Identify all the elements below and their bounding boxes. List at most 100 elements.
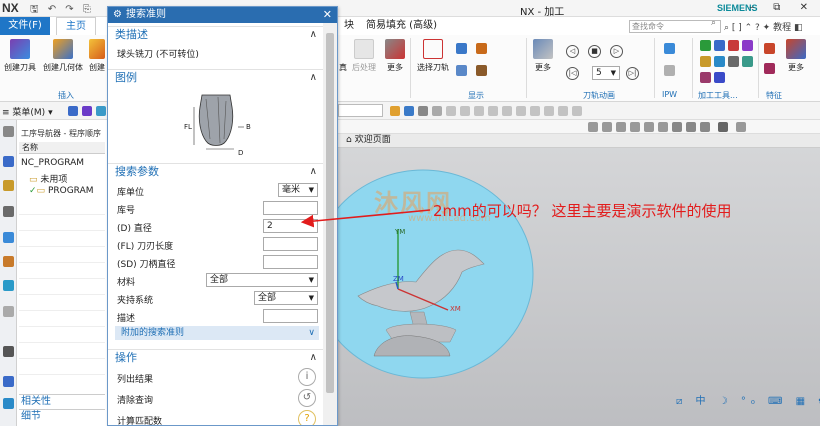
process-studio-icon[interactable] (3, 398, 14, 409)
dialog-scrollbar[interactable] (323, 23, 337, 425)
view-icon-6[interactable] (658, 122, 668, 132)
ipw-icon-2[interactable] (664, 65, 675, 76)
library-icon[interactable] (3, 256, 14, 267)
toolbar-icon-7[interactable] (432, 106, 442, 116)
diameter-input[interactable]: 2 (263, 219, 318, 233)
view-icon-11[interactable] (736, 122, 746, 132)
dialog-header[interactable]: ⚙ 搜索准则 ✕ (108, 7, 337, 23)
anim-speed-select[interactable]: 5 ▼ (592, 66, 620, 80)
settings-icon[interactable] (3, 126, 14, 137)
view-icon-5[interactable] (644, 122, 654, 132)
step-back-icon[interactable]: |◁ (566, 67, 579, 80)
clear-query-button[interactable]: ↺ (298, 389, 316, 407)
menu-button[interactable]: ≡ 菜单(M) ▾ (2, 105, 53, 118)
toolbar-icon-14[interactable] (530, 106, 540, 116)
machining-tool-icon-9[interactable] (714, 72, 725, 83)
gear-icon[interactable]: ⚙ (113, 9, 122, 20)
display-icon-3[interactable] (456, 65, 467, 76)
history-icon[interactable] (3, 280, 14, 291)
part-navigator-icon[interactable] (3, 180, 14, 191)
display-icon-1[interactable] (456, 43, 467, 54)
toolbar-icon-13[interactable] (516, 106, 526, 116)
view-icon-8[interactable] (686, 122, 696, 132)
section-search-params[interactable]: 搜索参数 ∧ (108, 163, 323, 179)
view-icon-4[interactable] (630, 122, 640, 132)
ipw-icon-1[interactable] (664, 43, 675, 54)
window-controls[interactable]: – ⧉ ✕ (749, 2, 816, 13)
dialog-scrollbar-thumb[interactable] (326, 33, 334, 393)
view-icon-2[interactable] (602, 122, 612, 132)
play-icon[interactable]: ▷ (610, 45, 623, 58)
machining-tool-icon-6[interactable] (728, 56, 739, 67)
toolbar-icon-6[interactable] (418, 106, 428, 116)
navigator-program-row[interactable]: ✓▭ PROGRAM (29, 186, 94, 196)
check-icon[interactable] (700, 40, 711, 51)
tab-partial[interactable]: 块 (338, 17, 360, 35)
machining-tool-icon-1[interactable] (714, 40, 725, 51)
toolbar-icon-17[interactable] (572, 106, 582, 116)
machining-tool-icon-2[interactable] (728, 40, 739, 51)
machining-tool-icon-3[interactable] (742, 40, 753, 51)
view-icon-10[interactable] (718, 122, 728, 132)
view-icon-7[interactable] (672, 122, 682, 132)
toolbar-icon-12[interactable] (502, 106, 512, 116)
navigator-root-row[interactable]: NC_PROGRAM (21, 158, 84, 168)
tab-simple-fill[interactable]: 简易填充 (高级) (360, 17, 443, 35)
shank-diameter-input[interactable] (263, 255, 318, 269)
toolbar-icon-16[interactable] (558, 106, 568, 116)
assembly-navigator-icon[interactable] (3, 206, 14, 217)
toolbar-icon-15[interactable] (544, 106, 554, 116)
more-button-2[interactable]: 更多 (531, 39, 555, 73)
toolbar-icon-8[interactable] (446, 106, 456, 116)
lib-number-input[interactable] (263, 201, 318, 215)
postprocess-button[interactable]: 后处理 (349, 39, 379, 73)
description-input[interactable] (263, 309, 318, 323)
toolbar-icon-5[interactable] (404, 106, 414, 116)
machining-tool-icon-4[interactable] (700, 56, 711, 67)
right-tool-icons[interactable]: ⌕ [ ] ⌃ ? ✦ 教程 ◧ (724, 20, 802, 33)
stop-icon[interactable]: ■ (588, 45, 601, 58)
toolbar-icon-9[interactable] (460, 106, 470, 116)
tab-home[interactable]: 主页 (56, 17, 96, 35)
more-button-3[interactable]: 更多 (784, 39, 808, 73)
toolbar-icon-2[interactable] (82, 106, 92, 116)
create-geometry-button[interactable]: 创建几何体 (40, 39, 86, 73)
list-results-button[interactable]: i (298, 368, 316, 386)
count-matches-button[interactable]: ? (298, 410, 316, 425)
related-panel-header[interactable]: 相关性 (19, 394, 105, 408)
feature-icon-2[interactable] (764, 63, 775, 74)
view-icon-3[interactable] (616, 122, 626, 132)
toolbar-icon-11[interactable] (488, 106, 498, 116)
operation-navigator-icon[interactable] (3, 156, 14, 167)
holder-system-select[interactable]: 全部 ▼ (254, 291, 318, 305)
section-diagram[interactable]: 图例 ∧ (108, 69, 323, 85)
more-button-1[interactable]: 更多 (383, 39, 407, 73)
create-more-button[interactable]: 创建 (88, 39, 106, 73)
view-icon-1[interactable] (588, 122, 598, 132)
section-class-description[interactable]: 类描述 ∧ (108, 26, 323, 42)
flute-length-input[interactable] (263, 237, 318, 251)
details-panel-header[interactable]: 细节 (19, 409, 105, 423)
feature-icon-1[interactable] (764, 43, 775, 54)
toolbar-icon-4[interactable] (390, 106, 400, 116)
machining-tool-icon-7[interactable] (742, 56, 753, 67)
lib-unit-select[interactable]: 毫米 ▼ (278, 183, 318, 197)
view-icon-9[interactable] (700, 122, 710, 132)
display-icon-4[interactable] (476, 65, 487, 76)
close-icon[interactable]: ✕ (323, 7, 332, 23)
navigator-unused-row[interactable]: ▭ 未用项 (29, 172, 67, 185)
select-toolpath-button[interactable]: 选择刀轨 (413, 39, 453, 73)
ribbon-partial-button[interactable]: 真 (338, 39, 348, 73)
toolbar-icon-3[interactable] (96, 106, 106, 116)
material-select[interactable]: 全部 ▼ (206, 273, 318, 287)
rewind-icon[interactable]: ◁ (566, 45, 579, 58)
command-search-input[interactable]: 查找命令 (629, 20, 721, 33)
viewport-status-icons[interactable]: ⧄ 中 ☽ °₀ ⌨ ▦ ✿ (676, 392, 820, 407)
tab-file[interactable]: 文件(F) (0, 17, 50, 35)
create-tool-button[interactable]: 创建刀具 (3, 39, 37, 73)
toolbar-icon-1[interactable] (68, 106, 78, 116)
additional-criteria-toggle[interactable]: 附加的搜索准则 ∨ (115, 326, 319, 340)
roles-icon[interactable] (3, 346, 14, 357)
web-browser-icon[interactable] (3, 306, 14, 317)
toolbar-icon-10[interactable] (474, 106, 484, 116)
